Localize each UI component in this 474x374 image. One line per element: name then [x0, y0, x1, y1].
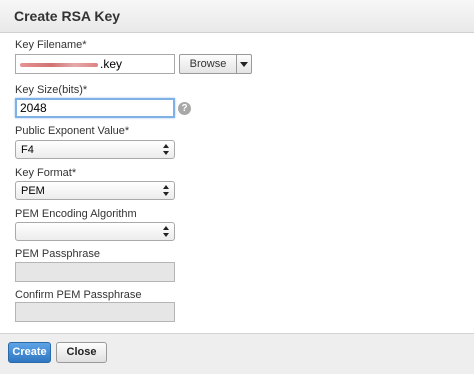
public-exponent-label: Public Exponent Value*: [15, 125, 130, 137]
chevron-down-icon: [240, 62, 248, 67]
key-format-label: Key Format*: [15, 167, 77, 179]
browse-button[interactable]: Browse: [179, 54, 237, 74]
updown-arrows-icon: [163, 144, 170, 156]
key-filename-label: Key Filename*: [15, 39, 87, 51]
key-size-label: Key Size(bits)*: [15, 84, 88, 96]
pem-passphrase-input: [15, 262, 175, 282]
dialog-titlebar: Create RSA Key: [0, 0, 474, 33]
key-format-select[interactable]: PEM: [15, 181, 175, 200]
public-exponent-value: F4: [21, 144, 34, 156]
confirm-pem-passphrase-input: [15, 302, 175, 322]
pem-encoding-label: PEM Encoding Algorithm: [15, 208, 137, 220]
dialog-footer: Create Close: [0, 333, 474, 374]
public-exponent-select[interactable]: F4: [15, 140, 175, 159]
confirm-pem-passphrase-label: Confirm PEM Passphrase: [15, 289, 142, 301]
close-button[interactable]: Close: [56, 342, 107, 363]
updown-arrows-icon: [163, 226, 170, 238]
redacted-filename-scribble: [20, 63, 98, 67]
dialog-title: Create RSA Key: [14, 8, 121, 24]
pem-encoding-select[interactable]: [15, 222, 175, 241]
updown-arrows-icon: [163, 185, 170, 197]
key-filename-extension: .key: [100, 57, 123, 71]
key-format-value: PEM: [21, 185, 45, 197]
key-size-input[interactable]: 2048: [15, 98, 175, 118]
pem-passphrase-label: PEM Passphrase: [15, 248, 100, 260]
create-button[interactable]: Create: [8, 342, 51, 363]
browse-dropdown-button[interactable]: [236, 54, 252, 74]
help-icon[interactable]: ?: [178, 102, 191, 115]
key-filename-input[interactable]: .key: [15, 54, 175, 74]
